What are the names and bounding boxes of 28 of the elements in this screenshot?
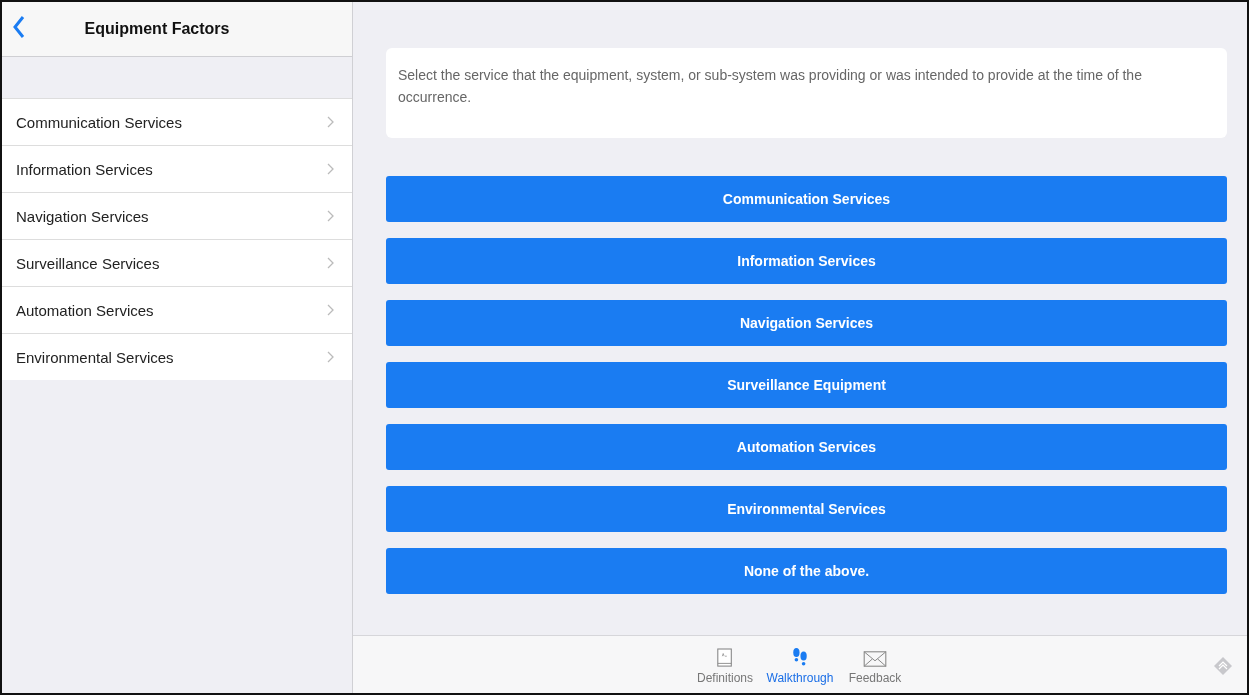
sidebar-item[interactable]: Information Services: [2, 146, 352, 193]
chevron-icon: [327, 163, 334, 175]
chevron-icon: [327, 116, 334, 128]
option-button[interactable]: Environmental Services: [386, 486, 1227, 532]
chevron-icon: [327, 351, 334, 363]
chevron-icon: [327, 257, 334, 269]
prompt-text: Select the service that the equipment, system, or sub-system was providing or was intended to provide at the time of the occurrence.: [386, 48, 1227, 138]
option-button[interactable]: Navigation Services: [386, 300, 1227, 346]
sidebar-item[interactable]: Navigation Services: [2, 193, 352, 240]
sidebar-item[interactable]: Surveillance Services: [2, 240, 352, 287]
sidebar-item[interactable]: Automation Services: [2, 287, 352, 334]
chevron-icon: [327, 304, 334, 316]
tab[interactable]: Feedback: [839, 642, 911, 687]
option-button[interactable]: Automation Services: [386, 424, 1227, 470]
tab[interactable]: Definitions: [689, 642, 761, 687]
envelope-icon: [863, 650, 887, 668]
option-button[interactable]: None of the above.: [386, 548, 1227, 594]
option-button[interactable]: Surveillance Equipment: [386, 362, 1227, 408]
footprints-icon: [791, 646, 809, 668]
option-button[interactable]: Communication Services: [386, 176, 1227, 222]
sidebar-item[interactable]: Communication Services: [2, 99, 352, 146]
chevron-icon: [327, 210, 334, 222]
sidebar-item[interactable]: Environmental Services: [2, 334, 352, 380]
option-button[interactable]: Information Services: [386, 238, 1227, 284]
back-icon[interactable]: [12, 15, 26, 39]
tab[interactable]: Walkthrough: [764, 642, 836, 687]
header-title: Equipment Factors: [84, 20, 230, 38]
book-icon: [716, 648, 734, 668]
